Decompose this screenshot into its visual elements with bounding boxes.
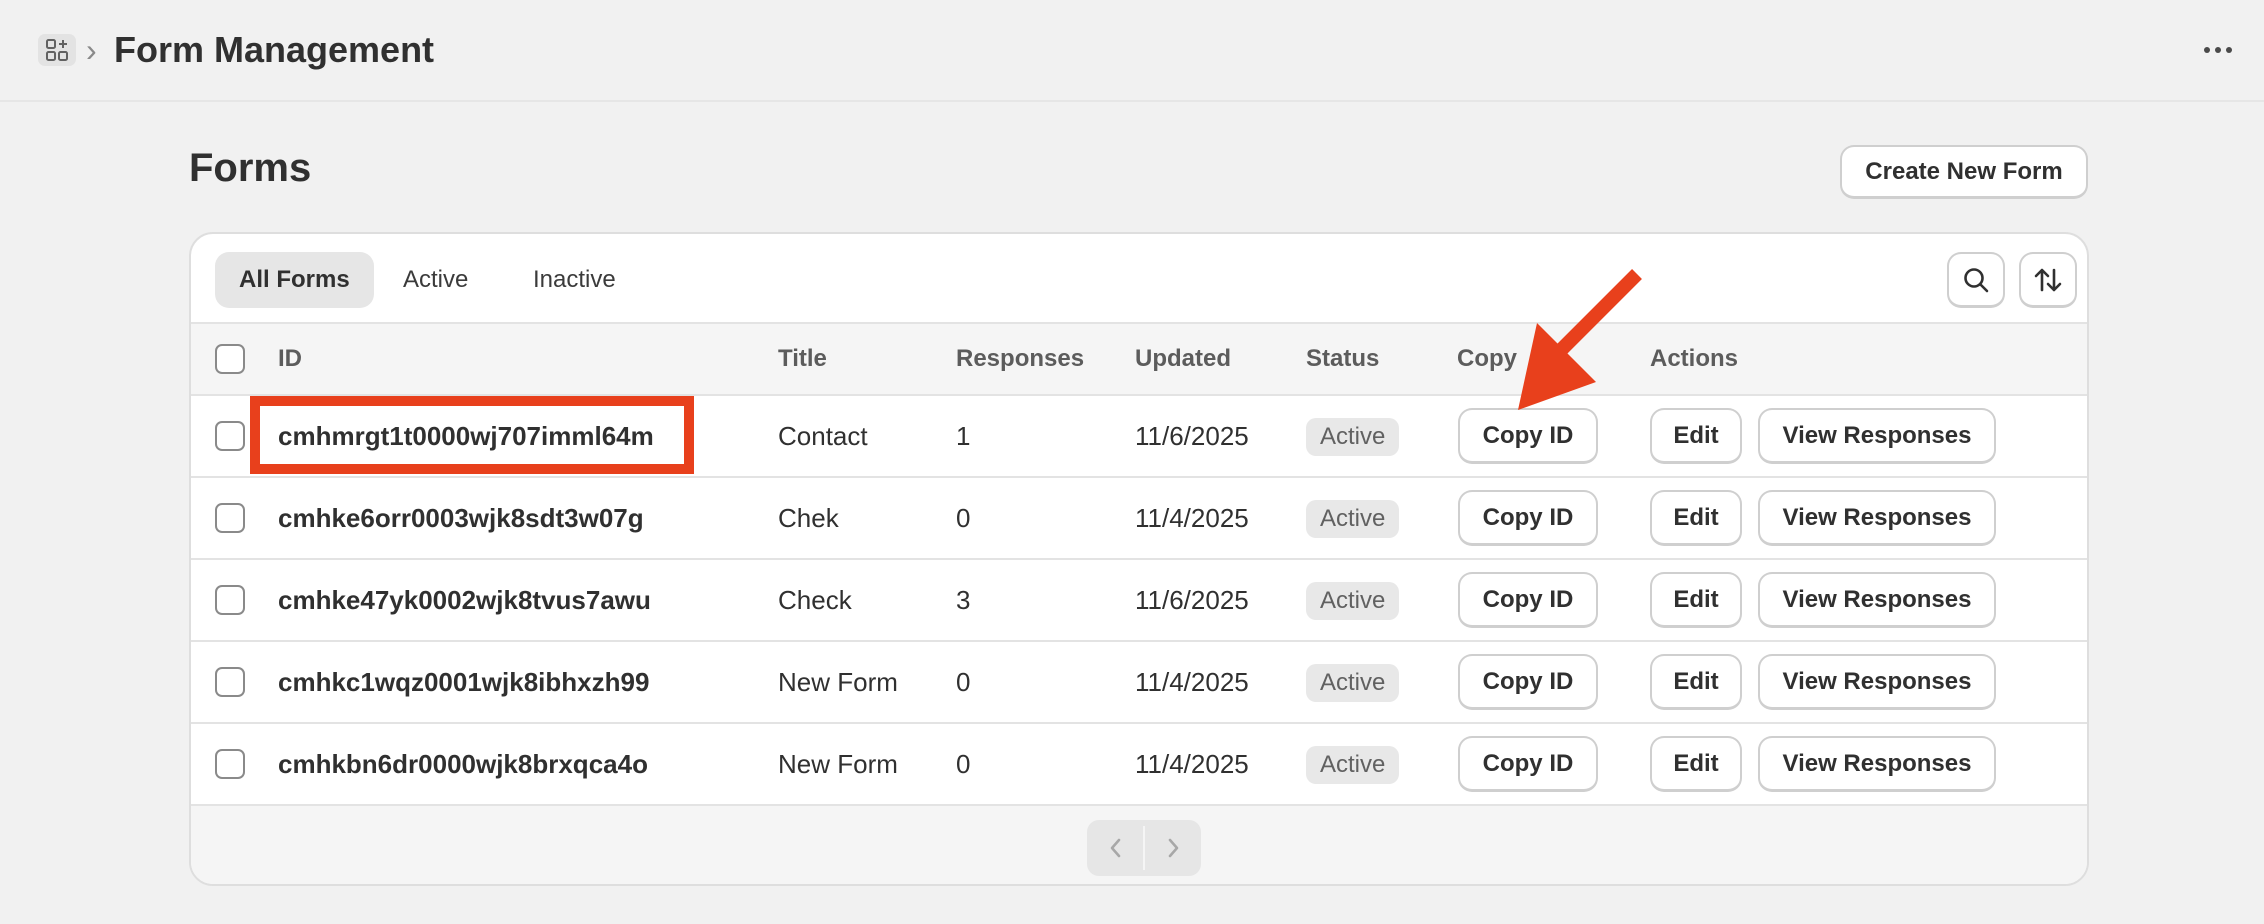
forms-card: All Forms Active Inactive ID Title Respo…: [189, 232, 2089, 886]
view-responses-button[interactable]: View Responses: [1758, 572, 1996, 628]
form-title: Chek: [778, 503, 839, 533]
view-responses-button[interactable]: View Responses: [1758, 736, 1996, 792]
copy-id-button[interactable]: Copy ID: [1458, 572, 1598, 628]
sort-icon: [2034, 268, 2062, 291]
table-row[interactable]: cmhkc1wqz0001wjk8ibhxzh99 New Form 0 11/…: [191, 642, 2087, 724]
previous-page-button[interactable]: [1087, 820, 1144, 876]
sort-button[interactable]: [2019, 252, 2077, 308]
more-horizontal-icon[interactable]: [2196, 30, 2240, 70]
form-id[interactable]: cmhkbn6dr0000wjk8brxqca4o: [278, 724, 648, 804]
copy-id-button[interactable]: Copy ID: [1458, 490, 1598, 546]
breadcrumb-title: Form Management: [114, 29, 435, 70]
form-updated: 11/4/2025: [1135, 503, 1249, 533]
copy-id-button[interactable]: Copy ID: [1458, 654, 1598, 710]
copy-id-button[interactable]: Copy ID: [1458, 736, 1598, 792]
column-header-actions: Actions: [1650, 345, 1739, 372]
form-title: New Form: [778, 749, 898, 779]
id-highlight-box: [250, 396, 694, 474]
row-checkbox[interactable]: [215, 421, 245, 451]
page-title: Forms: [189, 146, 312, 190]
table-row[interactable]: cmhke47yk0002wjk8tvus7awu Check 3 11/6/2…: [191, 560, 2087, 642]
form-id[interactable]: cmhkc1wqz0001wjk8ibhxzh99: [278, 642, 649, 722]
top-bar: › Form Management: [0, 0, 2264, 102]
breadcrumb-separator: ›: [86, 32, 97, 68]
form-updated: 11/4/2025: [1135, 667, 1249, 697]
row-checkbox[interactable]: [215, 667, 245, 697]
form-responses: 0: [956, 749, 971, 779]
status-badge: Active: [1306, 500, 1400, 538]
table-row[interactable]: cmhke6orr0003wjk8sdt3w07g Chek 0 11/4/20…: [191, 478, 2087, 560]
row-checkbox[interactable]: [215, 503, 245, 533]
form-responses: 1: [956, 421, 971, 451]
form-title: New Form: [778, 667, 898, 697]
view-responses-button[interactable]: View Responses: [1758, 408, 1996, 464]
tab-all-forms[interactable]: All Forms: [215, 252, 374, 308]
column-header-status[interactable]: Status: [1306, 324, 1379, 394]
form-updated: 11/6/2025: [1135, 421, 1249, 451]
table-footer: [191, 806, 2087, 884]
chevron-right-icon: [1168, 838, 1178, 858]
pagination: [1087, 820, 1201, 876]
form-id[interactable]: cmhke6orr0003wjk8sdt3w07g: [278, 478, 644, 558]
table-row[interactable]: cmhkbn6dr0000wjk8brxqca4o New Form 0 11/…: [191, 724, 2087, 806]
copy-id-button[interactable]: Copy ID: [1458, 408, 1598, 464]
chevron-left-icon: [1110, 838, 1120, 858]
status-badge: Active: [1306, 746, 1400, 784]
table-header: ID Title Responses Updated Status Copy A…: [191, 322, 2087, 396]
form-updated: 11/6/2025: [1135, 585, 1249, 615]
form-id[interactable]: cmhke47yk0002wjk8tvus7awu: [278, 560, 651, 640]
form-updated: 11/4/2025: [1135, 749, 1249, 779]
form-responses: 0: [956, 667, 971, 697]
create-new-form-button[interactable]: Create New Form: [1840, 145, 2088, 199]
form-responses: 3: [956, 585, 971, 615]
next-page-button[interactable]: [1144, 820, 1201, 876]
select-all-checkbox[interactable]: [215, 344, 245, 374]
view-responses-button[interactable]: View Responses: [1758, 654, 1996, 710]
status-badge: Active: [1306, 582, 1400, 620]
status-badge: Active: [1306, 664, 1400, 702]
column-header-responses[interactable]: Responses: [956, 324, 1084, 394]
tab-active[interactable]: Active: [379, 252, 492, 308]
view-responses-button[interactable]: View Responses: [1758, 490, 1996, 546]
apps-icon[interactable]: [38, 34, 76, 66]
edit-button[interactable]: Edit: [1650, 408, 1742, 464]
edit-button[interactable]: Edit: [1650, 572, 1742, 628]
edit-button[interactable]: Edit: [1650, 654, 1742, 710]
row-checkbox[interactable]: [215, 585, 245, 615]
column-header-copy: Copy: [1457, 345, 1517, 372]
status-badge: Active: [1306, 418, 1400, 456]
column-header-title[interactable]: Title: [778, 324, 827, 394]
search-icon: [1964, 267, 1989, 292]
row-checkbox[interactable]: [215, 749, 245, 779]
form-title: Check: [778, 585, 852, 615]
column-header-updated[interactable]: Updated: [1135, 324, 1231, 394]
column-header-id[interactable]: ID: [278, 324, 302, 394]
form-title: Contact: [778, 421, 868, 451]
tab-inactive[interactable]: Inactive: [509, 252, 640, 308]
edit-button[interactable]: Edit: [1650, 490, 1742, 546]
edit-button[interactable]: Edit: [1650, 736, 1742, 792]
form-responses: 0: [956, 503, 971, 533]
search-button[interactable]: [1947, 252, 2005, 308]
